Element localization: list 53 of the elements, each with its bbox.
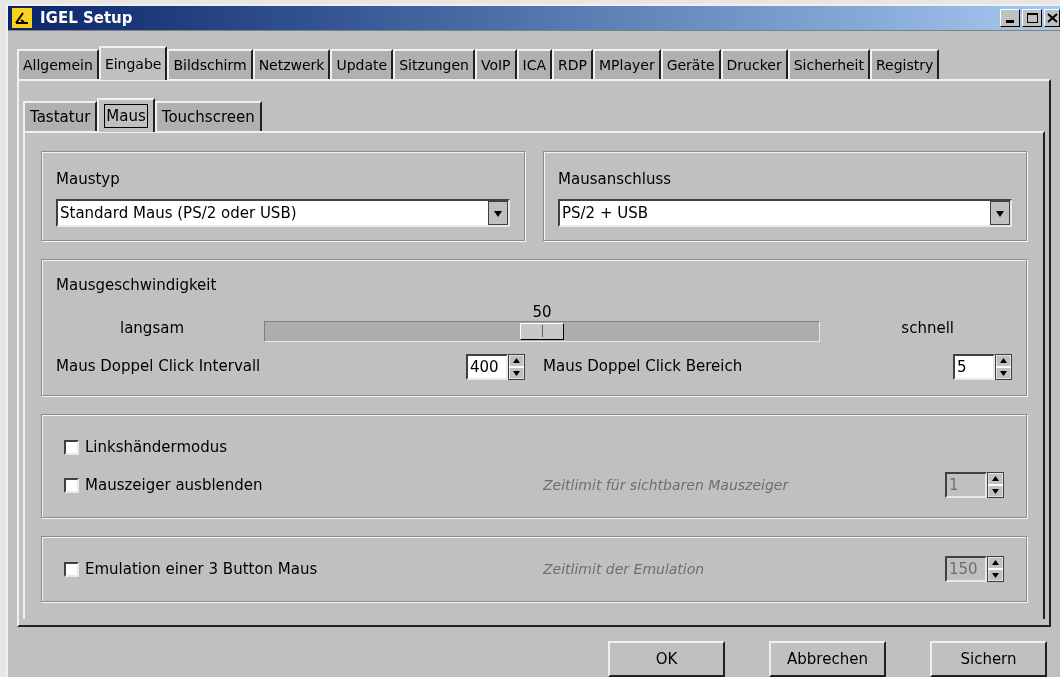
dialog-button[interactable]: Sichern bbox=[930, 641, 1047, 677]
dialog-button[interactable]: Abbrechen bbox=[769, 641, 886, 677]
minimize-button[interactable] bbox=[1000, 9, 1020, 27]
tab[interactable]: Eingabe bbox=[98, 46, 168, 80]
tab[interactable]: MPlayer bbox=[593, 49, 661, 79]
tab[interactable]: Drucker bbox=[720, 49, 788, 79]
checkbox-label: Emulation einer 3 Button Maus bbox=[85, 558, 318, 580]
group-label: Mausgeschwindigkeit bbox=[56, 275, 218, 296]
dropdown[interactable]: Standard Maus (PS/2 oder USB) bbox=[56, 198, 510, 227]
slider-value: 50 bbox=[532, 301, 552, 323]
tab[interactable]: ICA bbox=[516, 49, 553, 79]
timeout-label: Zeitlimit für sichtbaren Mauszeiger bbox=[543, 475, 789, 495]
window-title: IGEL Setup bbox=[40, 7, 133, 29]
spin-field[interactable]: 5 bbox=[953, 353, 995, 380]
app-logo-icon bbox=[12, 8, 32, 28]
maximize-button[interactable] bbox=[1022, 9, 1042, 27]
spin-field[interactable]: 400 bbox=[466, 353, 508, 380]
tab[interactable]: RDP bbox=[552, 49, 593, 79]
slider-min-label: langsam bbox=[119, 318, 185, 339]
subtab[interactable]: Touchscreen bbox=[154, 101, 262, 131]
checkbox-label: Linkshändermodus bbox=[85, 436, 228, 458]
tab[interactable]: Sicherheit bbox=[787, 49, 870, 79]
tab[interactable]: Netzwerk bbox=[252, 49, 331, 79]
tab[interactable]: Update bbox=[330, 49, 394, 79]
tab[interactable]: VoIP bbox=[474, 49, 517, 79]
minimize-icon bbox=[1006, 20, 1014, 23]
checkbox[interactable] bbox=[64, 439, 79, 455]
tab[interactable]: Geräte bbox=[660, 49, 721, 79]
close-button[interactable] bbox=[1044, 9, 1060, 27]
subtab[interactable]: Tastatur bbox=[23, 101, 98, 131]
tab[interactable]: Sitzungen bbox=[393, 49, 475, 79]
dropdown[interactable]: PS/2 + USB bbox=[558, 198, 1012, 227]
spinner-label: Maus Doppel Click Bereich bbox=[543, 356, 743, 378]
slider-thumb[interactable] bbox=[520, 322, 564, 340]
slider-max-label: schnell bbox=[901, 318, 955, 339]
timeout-label: Zeitlimit der Emulation bbox=[543, 559, 705, 579]
spinner-label: Maus Doppel Click Intervall bbox=[56, 356, 261, 378]
group-label: Maustyp bbox=[56, 169, 121, 190]
checkbox-label: Mauszeiger ausblenden bbox=[85, 474, 263, 496]
dialog-button[interactable]: OK bbox=[608, 641, 725, 677]
close-icon bbox=[1047, 13, 1059, 23]
subtab[interactable]: Maus bbox=[97, 98, 155, 132]
spin-arrows-icon[interactable] bbox=[987, 472, 1004, 498]
tab[interactable]: Bildschirm bbox=[167, 49, 253, 79]
checkbox[interactable] bbox=[64, 561, 79, 577]
group-label: Mausanschluss bbox=[558, 169, 673, 190]
tab[interactable]: Registry bbox=[870, 49, 940, 79]
spin-arrows-icon[interactable] bbox=[995, 353, 1012, 380]
checkbox[interactable] bbox=[64, 477, 79, 493]
spin-arrows-icon[interactable] bbox=[508, 353, 525, 380]
spin-arrows-icon[interactable] bbox=[987, 556, 1004, 582]
tab[interactable]: Allgemein bbox=[17, 49, 99, 79]
maximize-icon bbox=[1026, 13, 1038, 23]
